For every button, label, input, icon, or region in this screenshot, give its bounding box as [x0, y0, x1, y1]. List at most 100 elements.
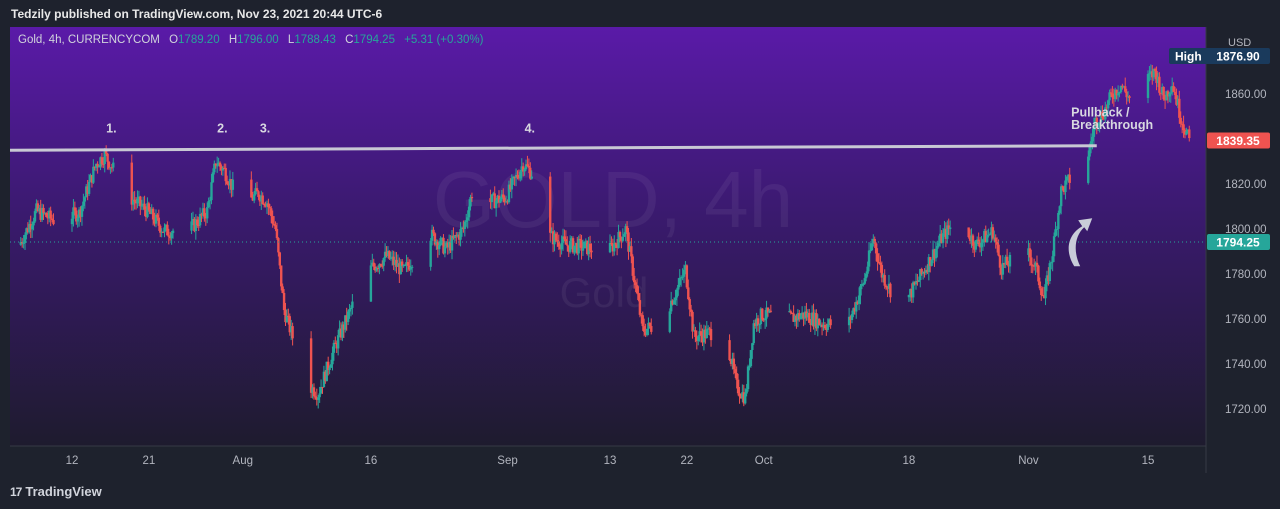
last-price-label: 1839.35 [1216, 134, 1260, 148]
candle-body [1048, 263, 1051, 282]
high-badge-value: 1876.90 [1216, 49, 1260, 63]
annotation-label[interactable]: 3. [260, 121, 270, 135]
x-tick-label: Nov [1018, 455, 1039, 467]
candle-body [1030, 257, 1033, 266]
candle-body [642, 326, 646, 332]
candle-body [630, 246, 633, 257]
annotation-label[interactable]: 2. [217, 121, 227, 135]
candle-body [818, 318, 821, 326]
candle-body [250, 179, 253, 198]
candle-body [1172, 86, 1175, 92]
candle-body [1040, 288, 1043, 296]
candle-body [1035, 262, 1039, 266]
candle-body [672, 300, 676, 305]
candle-body [1051, 256, 1054, 263]
candle-body [438, 244, 441, 250]
x-tick-label: 12 [66, 455, 79, 467]
candle-body [588, 243, 592, 251]
candle-body [610, 243, 613, 245]
candle-body [52, 220, 55, 225]
candle-body [465, 220, 468, 222]
x-tick-label: 16 [364, 455, 377, 467]
candle-body [988, 234, 992, 236]
y-tick-label: 1780.00 [1225, 269, 1267, 281]
legend-symbol: Gold, 4h, CURRENCYCOM [18, 34, 160, 46]
candle-body [309, 338, 313, 393]
candle-body [1038, 281, 1042, 289]
candle-body [746, 366, 750, 390]
candle-body [857, 295, 861, 304]
tradingview-logo[interactable]: 17 TradingView [10, 484, 102, 499]
candle-body [1055, 228, 1059, 230]
candle-body [278, 252, 281, 266]
candle-body [1087, 156, 1090, 183]
y-tick-label: 1760.00 [1225, 314, 1267, 326]
candle-body [632, 275, 636, 283]
candle-body [936, 245, 939, 249]
candle-body [554, 233, 558, 241]
candle-body [568, 241, 572, 252]
candle-body [675, 289, 679, 298]
candle-body [499, 199, 502, 203]
candle-body [70, 218, 74, 225]
candle-body [1153, 68, 1157, 71]
candle-body [49, 210, 52, 219]
candle-body [410, 266, 414, 268]
candle-body [50, 218, 54, 221]
candle-body [494, 200, 498, 209]
candle-body [869, 250, 872, 252]
candle-body [638, 300, 642, 315]
candle-body [907, 294, 911, 298]
candle-body [346, 311, 350, 322]
candle-body [681, 276, 684, 278]
candle-body [645, 328, 649, 335]
candle-body [623, 234, 626, 237]
candle-body [516, 174, 519, 178]
candle-body [728, 340, 731, 361]
candle-body [937, 243, 940, 246]
annotation-label[interactable]: Breakthrough [1071, 118, 1153, 132]
candle-body [883, 275, 886, 286]
candle-body [519, 171, 522, 179]
candle-body [151, 208, 155, 220]
candle-body [1059, 186, 1063, 207]
candle-body [985, 235, 989, 243]
candle-body [808, 312, 811, 323]
annotation-label[interactable]: 4. [525, 121, 535, 135]
candle-body [102, 163, 105, 165]
candle-body [826, 323, 829, 330]
candle-body [281, 286, 284, 293]
candle-body [745, 389, 748, 394]
candle-body [1005, 256, 1009, 265]
candle-body [277, 238, 280, 253]
candle-body [688, 299, 691, 310]
candle-body [1050, 262, 1053, 264]
candle-body [884, 285, 888, 288]
candle-body [1182, 124, 1185, 131]
candle-body [751, 343, 754, 351]
candle-body [147, 203, 151, 210]
candle-body [971, 235, 975, 246]
candle-body [80, 205, 84, 217]
candle-body [799, 315, 802, 320]
candle-body [190, 221, 193, 231]
candle-body [1124, 86, 1127, 92]
candle-body [738, 393, 741, 397]
candle-body [206, 207, 209, 219]
candle-body [510, 178, 513, 190]
price-chart[interactable]: GOLD, 4h Gold 1720.001740.001760.001780.… [10, 27, 1270, 473]
candle-body [143, 203, 146, 210]
candle-body [613, 243, 616, 252]
candle-body [139, 196, 142, 207]
candle-body [1158, 76, 1161, 93]
candle-body [870, 243, 874, 251]
candle-body [331, 352, 334, 365]
candle-body [930, 260, 933, 266]
chart-area[interactable]: GOLD, 4h Gold 1720.00 1740.00 1760.00 1780.… [10, 27, 1270, 473]
candle-body [948, 227, 952, 230]
annotation-label[interactable]: 1. [106, 121, 116, 135]
candle-body [208, 200, 212, 202]
candle-body [255, 188, 259, 192]
candle-body [167, 235, 170, 237]
candle-body [388, 250, 391, 259]
